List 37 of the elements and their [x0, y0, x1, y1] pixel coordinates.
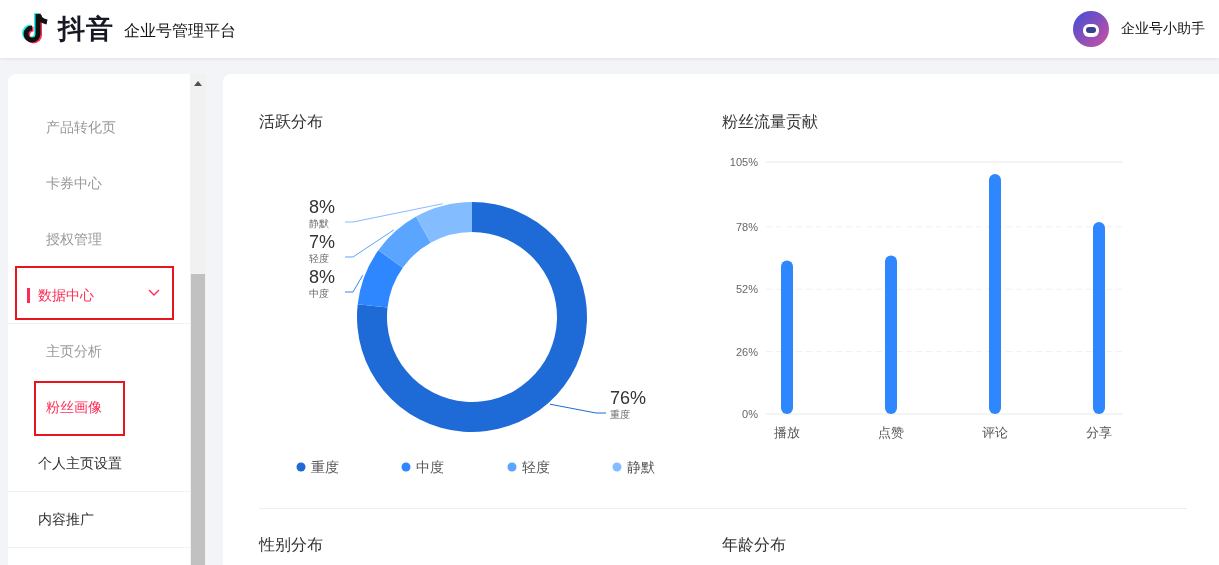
- assistant-name[interactable]: 企业号小助手: [1121, 20, 1205, 38]
- legend-item[interactable]: 轻度: [507, 459, 550, 475]
- category-label: 轻度: [309, 253, 329, 264]
- leader-line: [549, 403, 607, 414]
- value-label: 8%: [309, 197, 335, 217]
- category-label: 中度: [309, 288, 329, 299]
- chart-title: 活跃分布: [259, 112, 323, 132]
- axis-category-label: 点赞: [878, 425, 904, 440]
- axis-tick-label: 0%: [742, 408, 758, 420]
- value-label: 7%: [309, 232, 335, 252]
- axis-tick-label: 52%: [735, 283, 758, 296]
- axis-tick-label: 78%: [735, 220, 758, 233]
- axis-tick-label: 105%: [729, 156, 758, 168]
- category-label: 重度: [610, 409, 630, 420]
- axis-category-label: 分享: [1086, 425, 1112, 440]
- category-label: 静默: [309, 218, 329, 229]
- menu-item[interactable]: 粉丝画像: [8, 380, 190, 436]
- leader-line: [344, 274, 364, 293]
- legend-item[interactable]: 重度: [296, 459, 339, 475]
- chart-title: 粉丝流量贡献: [722, 112, 818, 132]
- menu-group[interactable]: 数据中心: [8, 268, 190, 324]
- chevron-down-icon: [148, 289, 160, 297]
- chart-title: 年龄分布: [722, 535, 786, 555]
- legend-item[interactable]: 静默: [612, 459, 655, 475]
- platform-name: 企业号管理平台: [124, 20, 236, 41]
- scrollbar[interactable]: [190, 74, 206, 565]
- legend-item[interactable]: 中度: [401, 459, 444, 475]
- axis-category-label: 评论: [982, 425, 1008, 440]
- value-label: 76%: [610, 388, 647, 408]
- scroll-up-icon[interactable]: [194, 80, 202, 86]
- leader-line: [344, 229, 395, 258]
- chart-title: 性别分布: [259, 535, 323, 555]
- axis-category-label: 播放: [774, 425, 800, 440]
- value-label: 8%: [309, 267, 335, 287]
- avatar-icon[interactable]: [1073, 11, 1109, 47]
- logo-text: 抖音: [58, 13, 114, 46]
- axis-tick-label: 26%: [735, 345, 758, 358]
